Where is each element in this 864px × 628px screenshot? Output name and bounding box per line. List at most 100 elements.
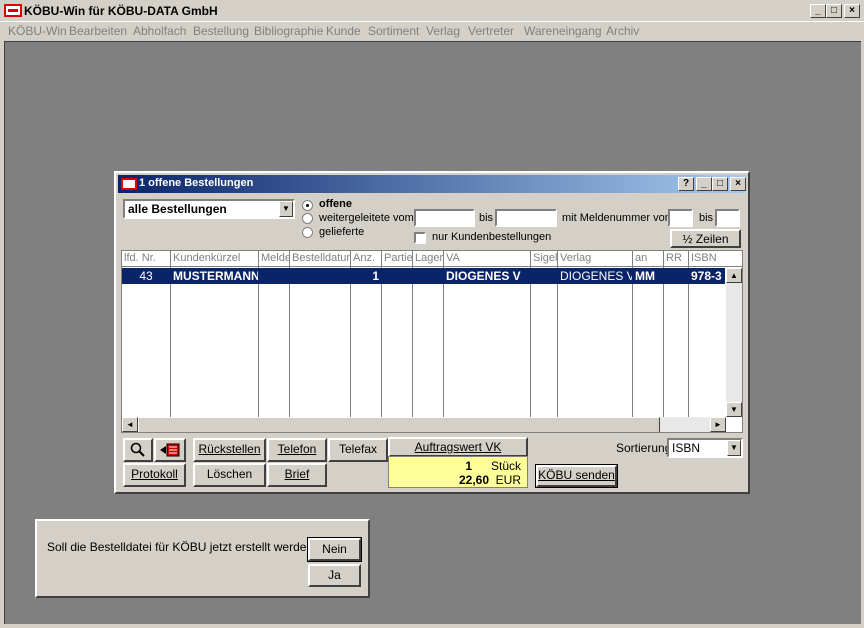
orders-window-title: 1 offene Bestellungen	[139, 177, 254, 189]
col-header-va[interactable]: VA	[444, 251, 531, 267]
nein-button[interactable]: Nein	[307, 537, 362, 562]
radio-offene[interactable]	[302, 200, 313, 211]
menu-kunde[interactable]: Kunde	[326, 24, 361, 38]
telefon-button[interactable]: Telefon	[267, 438, 327, 462]
search-button[interactable]	[123, 438, 153, 462]
menu-archiv[interactable]: Archiv	[606, 24, 639, 38]
col-header-verlag[interactable]: Verlag	[558, 251, 633, 267]
date-to-input[interactable]	[495, 209, 557, 227]
menu-sortiment[interactable]: Sortiment	[368, 24, 419, 38]
sortierung-select[interactable]: ISBN ▼	[667, 438, 743, 458]
orders-table[interactable]: lfd. Nr. Kundenkürzel Melde Bestelldatum…	[121, 250, 743, 433]
scroll-up-icon[interactable]: ▲	[726, 268, 742, 283]
order-filter-select[interactable]: alle Bestellungen ▼	[123, 199, 295, 219]
col-header-isbn[interactable]: ISBN	[689, 251, 742, 267]
menu-wareneingang[interactable]: Wareneingang	[524, 24, 602, 38]
dialog-question: Soll die Bestelldatei für KÖBU jetzt ers…	[47, 540, 320, 554]
sortierung-label: Sortierung	[616, 441, 672, 455]
telefax-button[interactable]: Telefax	[328, 438, 388, 462]
vertical-scrollbar[interactable]: ▲ ▼	[726, 268, 742, 417]
column-divider	[412, 267, 413, 417]
meldenummer-to-input[interactable]	[715, 209, 740, 227]
menu-vertreter[interactable]: Vertreter	[468, 24, 514, 38]
back-button[interactable]	[154, 438, 186, 462]
nur-kundenbestellungen-checkbox[interactable]	[414, 232, 426, 244]
cell-melde	[259, 268, 289, 284]
meldenummer-label: mit Meldenummer von	[562, 212, 671, 224]
col-header-sigel[interactable]: Sigel	[531, 251, 558, 267]
chevron-down-icon[interactable]: ▼	[279, 201, 293, 217]
arrow-card-icon	[160, 443, 180, 457]
koebu-senden-button[interactable]: KÖBU senden	[535, 464, 618, 488]
cell-partie	[382, 268, 412, 284]
window-minimize-button[interactable]: _	[696, 177, 712, 191]
total-currency: EUR	[495, 473, 521, 487]
column-divider	[258, 267, 259, 417]
cell-kunde: MUSTERMANN	[173, 269, 258, 283]
scroll-left-icon[interactable]: ◄	[122, 417, 138, 432]
menu-bearbeiten[interactable]: Bearbeiten	[69, 24, 127, 38]
sortierung-value: ISBN	[672, 441, 701, 455]
cell-lfd: 43	[139, 269, 153, 283]
radio-gelieferte-label: gelieferte	[319, 226, 365, 238]
minimize-button[interactable]: _	[810, 4, 826, 18]
close-button[interactable]: ×	[844, 4, 860, 18]
col-header-partie[interactable]: Partie	[382, 251, 413, 267]
date-from-input[interactable]	[414, 209, 475, 227]
total-qty: 1	[465, 459, 472, 473]
col-header-lfd[interactable]: lfd. Nr.	[122, 251, 171, 267]
column-divider	[381, 267, 382, 417]
column-divider	[557, 267, 558, 417]
half-rows-button[interactable]: ½ Zeilen	[670, 229, 741, 248]
meldenummer-from-input[interactable]	[668, 209, 693, 227]
col-header-kundenkuerzel[interactable]: Kundenkürzel	[171, 251, 259, 267]
order-total-box: 1 Stück 22,60 EUR	[388, 456, 528, 488]
app-titlebar: KÖBU-Win für KÖBU-DATA GmbH _ □ ×	[0, 0, 864, 22]
scroll-down-icon[interactable]: ▼	[726, 402, 742, 417]
chevron-down-icon[interactable]: ▼	[727, 440, 741, 456]
column-divider	[289, 267, 290, 417]
window-maximize-button[interactable]: □	[712, 177, 728, 191]
col-header-lager[interactable]: Lager	[413, 251, 444, 267]
radio-gelieferte[interactable]	[302, 227, 313, 238]
horizontal-scrollbar[interactable]: ◄ ►	[122, 417, 726, 432]
auftragswert-button[interactable]: Auftragswert VK	[388, 437, 528, 457]
total-qty-unit: Stück	[490, 459, 521, 473]
horizontal-scroll-thumb[interactable]	[138, 417, 660, 432]
brief-button[interactable]: Brief	[267, 463, 327, 487]
menu-abholfach[interactable]: Abholfach	[133, 24, 186, 38]
cell-lager	[413, 268, 443, 284]
orders-window-titlebar: 1 offene Bestellungen ? _ □ ×	[118, 175, 746, 193]
menu-bestellung[interactable]: Bestellung	[193, 24, 249, 38]
rueckstellen-button[interactable]: Rückstellen	[193, 438, 266, 462]
table-row[interactable]: 43 MUSTERMANN 1 DIOGENES V DIOGENES V MM…	[122, 268, 725, 284]
ja-button[interactable]: Ja	[308, 564, 361, 587]
radio-offene-label: offene	[319, 198, 352, 210]
menu-bibliographie[interactable]: Bibliographie	[254, 24, 323, 38]
radio-weitergeleitete[interactable]	[302, 213, 313, 224]
maximize-button[interactable]: □	[826, 4, 842, 18]
col-header-anz[interactable]: Anz.	[351, 251, 382, 267]
window-logo-icon	[121, 178, 137, 190]
cell-datum	[290, 268, 350, 284]
col-header-bestelldatum[interactable]: Bestelldatum	[290, 251, 351, 267]
menu-verlag[interactable]: Verlag	[426, 24, 460, 38]
protokoll-button[interactable]: Protokoll	[123, 463, 186, 487]
help-button[interactable]: ?	[678, 177, 694, 191]
cell-verlag: DIOGENES V	[560, 269, 632, 283]
radio-weitergeleitete-label: weitergeleitete vom	[319, 212, 414, 224]
order-filter-value: alle Bestellungen	[128, 202, 227, 216]
menu-koebu-win[interactable]: KÖBU-Win	[8, 24, 67, 38]
col-header-melde[interactable]: Melde	[259, 251, 290, 267]
cell-an: MM	[635, 269, 655, 283]
bis-label-2: bis	[699, 212, 714, 224]
window-close-button[interactable]: ×	[730, 177, 746, 191]
col-header-an[interactable]: an	[633, 251, 664, 267]
col-header-rr[interactable]: RR	[664, 251, 689, 267]
loeschen-button[interactable]: Löschen	[193, 463, 266, 487]
cell-rr	[664, 268, 688, 284]
confirm-dialog: Soll die Bestelldatei für KÖBU jetzt ers…	[35, 519, 370, 598]
cell-isbn: 978-3	[691, 269, 722, 283]
column-divider	[443, 267, 444, 417]
scroll-right-icon[interactable]: ►	[710, 417, 726, 432]
